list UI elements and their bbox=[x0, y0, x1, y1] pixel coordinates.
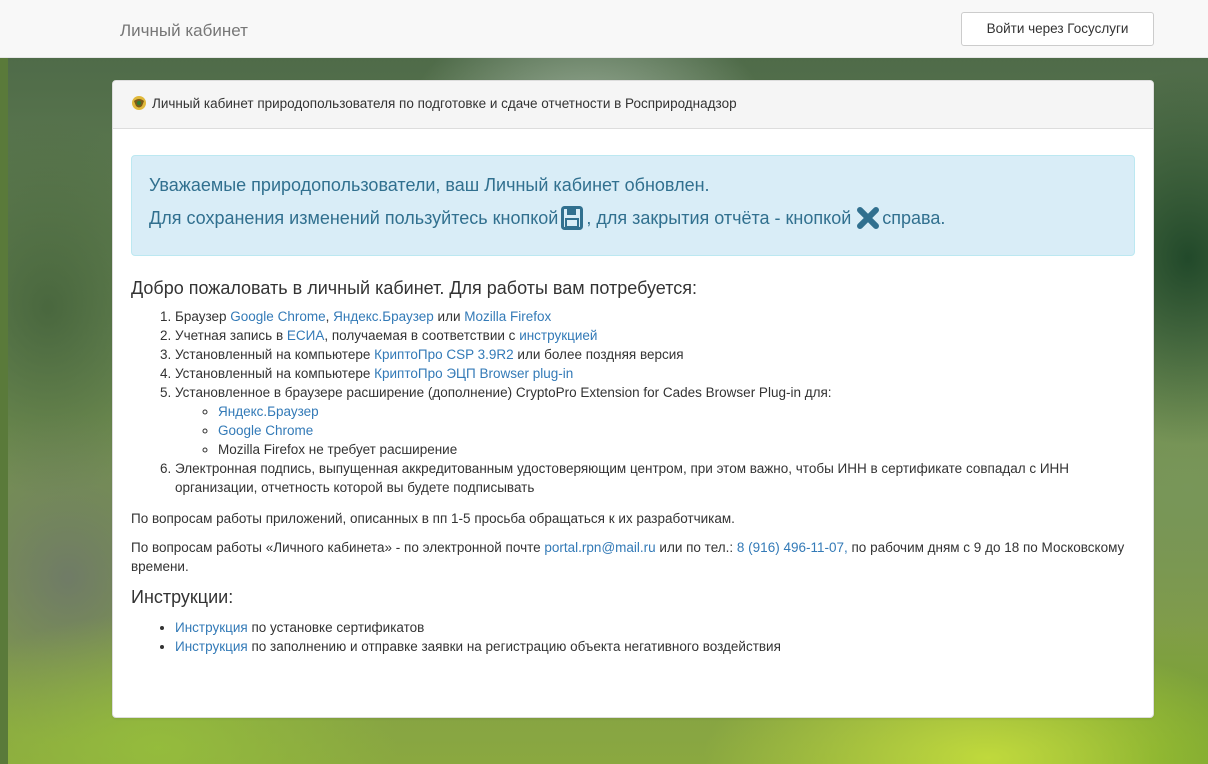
gosuslugi-login-button[interactable]: Войти через Госуслуги bbox=[961, 12, 1154, 46]
requirements-list: Браузер Google Chrome, Яндекс.Браузер ил… bbox=[131, 307, 1135, 497]
sub-item-firefox: Mozilla Firefox не требует расширение bbox=[218, 440, 1135, 459]
instruction-1-text: по установке сертификатов bbox=[247, 620, 425, 635]
support-cabinet-text: По вопросам работы «Личного кабинета» - … bbox=[131, 538, 1135, 576]
req2-text: Учетная запись в bbox=[175, 328, 287, 343]
support-pre: По вопросам работы «Личного кабинета» - … bbox=[131, 540, 545, 555]
requirement-5: Установленное в браузере расширение (доп… bbox=[175, 383, 1135, 459]
instruction-link-registration[interactable]: Инструкция bbox=[175, 639, 248, 654]
floppy-disk-icon bbox=[561, 206, 584, 230]
requirement-4: Установленный на компьютере КриптоПро ЭЦ… bbox=[175, 364, 1135, 383]
alert-line-1: Уважаемые природопользователи, ваш Личны… bbox=[149, 175, 710, 195]
instruction-item-2: Инструкция по заполнению и отправке заяв… bbox=[175, 637, 1135, 656]
instructions-heading: Инструкции: bbox=[131, 587, 234, 607]
instruction-2-text: по заполнению и отправке заявки на регис… bbox=[247, 639, 781, 654]
requirement-1: Браузер Google Chrome, Яндекс.Браузер ил… bbox=[175, 307, 1135, 326]
close-x-icon bbox=[857, 207, 880, 229]
req1-sep2: или bbox=[433, 309, 465, 324]
link-yandex-browser[interactable]: Яндекс.Браузер bbox=[333, 309, 434, 324]
req3-post: или более поздняя версия bbox=[513, 347, 684, 362]
alert-text-b: , для закрытия отчёта - кнопкой bbox=[586, 208, 852, 228]
panel-title: Личный кабинет природопользователя по по… bbox=[152, 96, 737, 111]
support-email-link[interactable]: portal.rpn@mail.ru bbox=[544, 540, 655, 555]
support-mid: или по тел.: bbox=[655, 540, 737, 555]
panel-body: Уважаемые природопользователи, ваш Личны… bbox=[113, 129, 1153, 656]
main-panel: Личный кабинет природопользователя по по… bbox=[112, 80, 1154, 718]
navbar: Личный кабинет Войти через Госуслуги bbox=[0, 0, 1208, 58]
req5-text: Установленное в браузере расширение (доп… bbox=[175, 385, 832, 400]
link-cryptopro-plugin[interactable]: КриптоПро ЭЦП Browser plug-in bbox=[374, 366, 573, 381]
panel-heading: Личный кабинет природопользователя по по… bbox=[113, 81, 1153, 129]
alert-text-a: Для сохранения изменений пользуйтесь кно… bbox=[149, 208, 559, 228]
link-ext-yandex[interactable]: Яндекс.Браузер bbox=[218, 404, 319, 419]
link-cryptopro-csp[interactable]: КриптоПро CSP 3.9R2 bbox=[374, 347, 514, 362]
requirement-3: Установленный на компьютере КриптоПро CS… bbox=[175, 345, 1135, 364]
link-google-chrome[interactable]: Google Chrome bbox=[230, 309, 325, 324]
extension-sublist: Яндекс.Браузер Google Chrome Mozilla Fir… bbox=[175, 402, 1135, 459]
req3-text: Установленный на компьютере bbox=[175, 347, 375, 362]
instructions-list: Инструкция по установке сертификатов Инс… bbox=[131, 618, 1135, 656]
req2-mid: , получаемая в соответствии с bbox=[324, 328, 520, 343]
requirement-2: Учетная запись в ЕСИА, получаемая в соот… bbox=[175, 326, 1135, 345]
rpn-emblem-icon bbox=[132, 96, 146, 110]
support-apps-text: По вопросам работы приложений, описанных… bbox=[131, 511, 735, 526]
navbar-brand[interactable]: Личный кабинет bbox=[120, 21, 248, 41]
alert-text-c: справа. bbox=[882, 208, 946, 228]
link-mozilla-firefox[interactable]: Mozilla Firefox bbox=[464, 309, 551, 324]
instruction-item-1: Инструкция по установке сертификатов bbox=[175, 618, 1135, 637]
support-phone-link[interactable]: 8 (916) 496-11-07, bbox=[737, 540, 848, 555]
req1-text: Браузер bbox=[175, 309, 231, 324]
sub-item-chrome: Google Chrome bbox=[218, 421, 1135, 440]
welcome-heading: Добро пожаловать в личный кабинет. Для р… bbox=[131, 278, 697, 298]
sub-item-yandex: Яндекс.Браузер bbox=[218, 402, 1135, 421]
instruction-link-certificates[interactable]: Инструкция bbox=[175, 620, 248, 635]
link-esia[interactable]: ЕСИА bbox=[287, 328, 324, 343]
req4-text: Установленный на компьютере bbox=[175, 366, 375, 381]
link-ext-chrome[interactable]: Google Chrome bbox=[218, 423, 313, 438]
update-alert: Уважаемые природопользователи, ваш Личны… bbox=[131, 155, 1135, 256]
requirement-6: Электронная подпись, выпущенная аккредит… bbox=[175, 459, 1135, 497]
link-esia-instruction[interactable]: инструкцией bbox=[519, 328, 597, 343]
req1-sep1: , bbox=[325, 309, 334, 324]
alert-line-2: Для сохранения изменений пользуйтесь кно… bbox=[149, 206, 1134, 230]
